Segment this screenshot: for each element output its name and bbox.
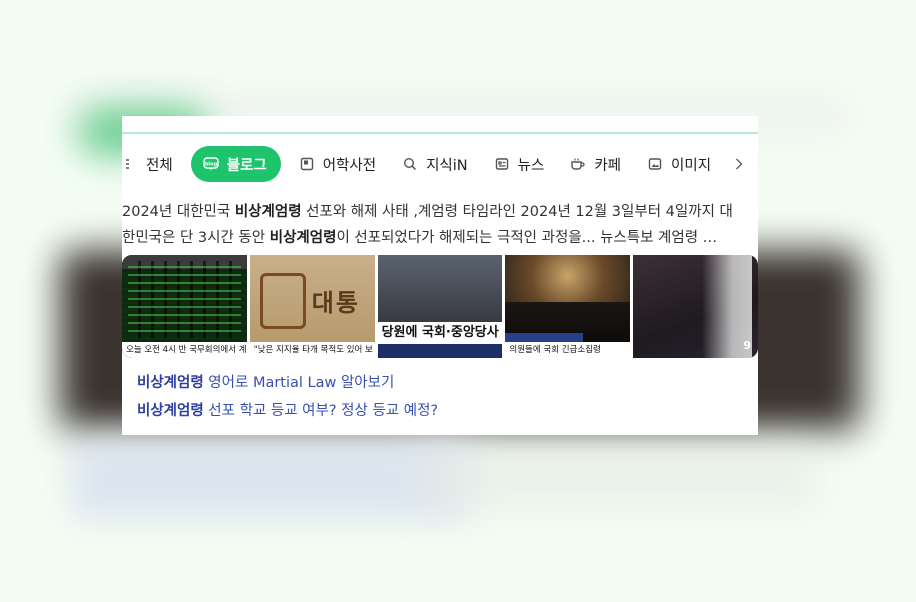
vote-board-grid: [128, 261, 241, 338]
related-keyword: 비상계엄령: [137, 375, 204, 391]
thumbnail-sign-text: 대통: [311, 289, 360, 317]
tab-label: 지식iN: [426, 157, 468, 174]
thumbnail-caption: "낮은 지지율 타개 목적도 있어 보: [249, 342, 375, 358]
thumbnail-vote-board[interactable]: 오늘 오전 4시 반 국무회의에서 계엄 해제안 의: [122, 255, 247, 358]
svg-text:blog: blog: [205, 161, 218, 167]
tab-blog[interactable]: blog 블로그: [190, 146, 281, 182]
tab-label: 어학사전: [322, 157, 377, 174]
result-snippet[interactable]: 2024년 대한민국 비상계엄령 선포와 해제 사태 ,계엄령 타임라인 202…: [122, 199, 758, 251]
tab-label: 블로그: [226, 157, 267, 174]
tab-knowledge-in[interactable]: 지식iN: [394, 146, 476, 182]
image-count-badge: 9: [743, 339, 751, 352]
chevron-right-icon: [735, 155, 743, 174]
thumbnail-news-banner[interactable]: 당원에 국회·중앙당사: [377, 255, 503, 358]
news-tag: [505, 333, 584, 342]
tab-image[interactable]: 이미지: [639, 146, 719, 182]
snippet-text: 2024년 대한민국: [122, 204, 235, 220]
thumbnail-presidential-office[interactable]: 대통 "낮은 지지율 타개 목적도 있어 보: [249, 255, 375, 358]
snippet-text: 선포와 해제 사태 ,계엄령 타임라인 2024년 12월 3일부터 4일까지 …: [301, 204, 733, 220]
snippet-text: 한민국은 단 3시간 동안: [122, 230, 270, 246]
snippet-text: 이 선포되었다가 해제되는 극적인 과정을... 뉴스특보 계엄령 …: [336, 230, 718, 246]
news-icon: [494, 156, 510, 172]
list-icon: [122, 156, 138, 172]
related-link[interactable]: 비상계엄령 영어로 Martial Law 알아보기: [137, 369, 438, 397]
cafe-icon: [570, 156, 586, 172]
thumbnail-caption: 의원들에 국회 긴급소집령: [505, 342, 631, 358]
thumbnail-news-strip: [377, 344, 503, 358]
tab-all[interactable]: 전체: [122, 146, 181, 182]
snippet-line-2: 한민국은 단 3시간 동안 비상계엄령이 선포되었다가 해제되는 극적인 과정을…: [122, 225, 758, 251]
image-thumbnail-strip: 오늘 오전 4시 반 국무회의에서 계엄 해제안 의 대통 "낮은 지지율 타개…: [122, 255, 758, 358]
search-tabs: 전체 blog 블로그 어학사전 지식iN 뉴스 카페 이미지: [122, 146, 749, 182]
tab-dictionary[interactable]: 어학사전: [291, 146, 384, 182]
image-icon: [647, 156, 663, 172]
related-text: 선포 학교 등교 여부? 정상 등교 예정?: [203, 403, 439, 419]
backdrop-links: [70, 440, 470, 520]
related-keyword: 비상계엄령: [137, 403, 204, 419]
dictionary-icon: [299, 156, 315, 172]
related-links: 비상계엄령 영어로 Martial Law 알아보기 비상계엄령 선포 학교 등…: [137, 369, 438, 425]
search-result-card: 전체 blog 블로그 어학사전 지식iN 뉴스 카페 이미지 2024년 대한…: [122, 116, 758, 435]
tabs-next-button[interactable]: [729, 146, 749, 182]
tab-cafe[interactable]: 카페: [562, 146, 629, 182]
emblem-shape: [259, 273, 306, 329]
thumbnail-banner-text: 당원에 국회·중앙당사: [377, 322, 503, 344]
tab-label: 이미지: [671, 157, 712, 174]
related-link[interactable]: 비상계엄령 선포 학교 등교 여부? 정상 등교 예정?: [137, 397, 438, 425]
related-text: 영어로 Martial Law 알아보기: [203, 375, 395, 391]
tab-news[interactable]: 뉴스: [486, 146, 553, 182]
tab-label: 카페: [594, 157, 622, 174]
thumbnail-assembly-crowd[interactable]: 의원들에 국회 긴급소집령: [505, 255, 631, 358]
tab-label: 전체: [146, 157, 173, 174]
thumbnail-night-scene[interactable]: 9: [633, 255, 758, 358]
tab-label: 뉴스: [517, 157, 545, 174]
snippet-keyword: 비상계엄령: [269, 230, 337, 246]
backdrop-links-2: [420, 450, 820, 510]
thumbnail-caption: 오늘 오전 4시 반 국무회의에서 계엄 해제안 의: [122, 342, 247, 358]
search-qa-icon: [402, 156, 418, 172]
snippet-line-1: 2024년 대한민국 비상계엄령 선포와 해제 사태 ,계엄령 타임라인 202…: [122, 199, 758, 225]
snippet-keyword: 비상계엄령: [234, 204, 302, 220]
divider: [122, 132, 758, 134]
blog-icon: blog: [202, 156, 219, 172]
